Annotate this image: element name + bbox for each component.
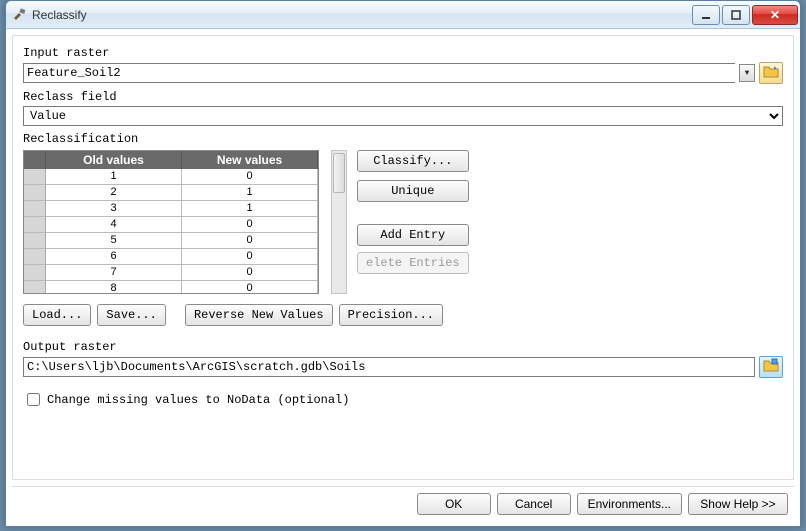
reclass-field-select[interactable]: Value (23, 106, 783, 126)
folder-save-icon (763, 358, 779, 376)
row-header[interactable] (24, 265, 46, 280)
precision-button[interactable]: Precision... (339, 304, 443, 326)
cell-old-value[interactable]: 2 (46, 185, 182, 200)
table-row[interactable]: 31 (24, 201, 318, 217)
output-raster-field[interactable] (23, 357, 755, 377)
delete-entries-button[interactable]: elete Entries (357, 252, 469, 274)
input-raster-field[interactable] (23, 63, 735, 83)
row-header[interactable] (24, 217, 46, 232)
table-row[interactable]: 21 (24, 185, 318, 201)
cell-new-value[interactable]: 0 (182, 265, 318, 280)
load-button[interactable]: Load... (23, 304, 91, 326)
cell-old-value[interactable]: 4 (46, 217, 182, 232)
col-new-values[interactable]: New values (182, 151, 318, 169)
window-title: Reclassify (32, 8, 692, 22)
show-help-button[interactable]: Show Help >> (688, 493, 788, 515)
row-header[interactable] (24, 185, 46, 200)
cell-new-value[interactable]: 1 (182, 201, 318, 216)
browse-output-raster-button[interactable] (759, 356, 783, 378)
dialog-content: Input raster ▼ Reclass field Value Recla… (12, 35, 794, 480)
row-header[interactable] (24, 169, 46, 184)
cell-new-value[interactable]: 0 (182, 233, 318, 248)
row-header[interactable] (24, 281, 46, 293)
output-raster-label: Output raster (23, 340, 783, 354)
input-raster-dropdown-arrow[interactable]: ▼ (739, 64, 755, 82)
minimize-button[interactable] (692, 5, 720, 25)
browse-input-raster-button[interactable] (759, 62, 783, 84)
table-row[interactable]: 70 (24, 265, 318, 281)
dialog-button-bar: OK Cancel Environments... Show Help >> (12, 486, 794, 520)
input-raster-label: Input raster (23, 46, 783, 60)
cell-new-value[interactable]: 0 (182, 217, 318, 232)
table-corner (24, 151, 46, 169)
col-old-values[interactable]: Old values (46, 151, 182, 169)
row-header[interactable] (24, 201, 46, 216)
cell-new-value[interactable]: 0 (182, 281, 318, 293)
cell-old-value[interactable]: 3 (46, 201, 182, 216)
row-header[interactable] (24, 233, 46, 248)
ok-button[interactable]: OK (417, 493, 491, 515)
cell-old-value[interactable]: 7 (46, 265, 182, 280)
change-missing-label: Change missing values to NoData (optiona… (47, 393, 349, 407)
row-header[interactable] (24, 249, 46, 264)
cell-new-value[interactable]: 1 (182, 185, 318, 200)
table-row[interactable]: 10 (24, 169, 318, 185)
cell-old-value[interactable]: 6 (46, 249, 182, 264)
cell-new-value[interactable]: 0 (182, 249, 318, 264)
reclassification-label: Reclassification (23, 132, 783, 146)
unique-button[interactable]: Unique (357, 180, 469, 202)
titlebar[interactable]: Reclassify ✕ (6, 1, 800, 29)
cell-new-value[interactable]: 0 (182, 169, 318, 184)
hammer-icon (12, 7, 28, 23)
folder-open-icon (763, 64, 779, 82)
add-entry-button[interactable]: Add Entry (357, 224, 469, 246)
cell-old-value[interactable]: 5 (46, 233, 182, 248)
reverse-new-values-button[interactable]: Reverse New Values (185, 304, 333, 326)
table-row[interactable]: 40 (24, 217, 318, 233)
save-button[interactable]: Save... (97, 304, 165, 326)
reclass-table[interactable]: Old values New values 1021314050607080 (23, 150, 319, 294)
table-row[interactable]: 60 (24, 249, 318, 265)
cancel-button[interactable]: Cancel (497, 493, 571, 515)
cell-old-value[interactable]: 1 (46, 169, 182, 184)
reclass-field-label: Reclass field (23, 90, 783, 104)
scrollbar-thumb[interactable] (333, 153, 345, 193)
reclassify-window: Reclassify ✕ Input raster ▼ Reclass fiel… (5, 0, 801, 527)
cell-old-value[interactable]: 8 (46, 281, 182, 293)
table-row[interactable]: 80 (24, 281, 318, 293)
change-missing-checkbox[interactable] (27, 393, 40, 406)
maximize-button[interactable] (722, 5, 750, 25)
table-row[interactable]: 50 (24, 233, 318, 249)
classify-button[interactable]: Classify... (357, 150, 469, 172)
close-button[interactable]: ✕ (752, 5, 798, 25)
table-scrollbar[interactable] (331, 150, 347, 294)
environments-button[interactable]: Environments... (577, 493, 682, 515)
